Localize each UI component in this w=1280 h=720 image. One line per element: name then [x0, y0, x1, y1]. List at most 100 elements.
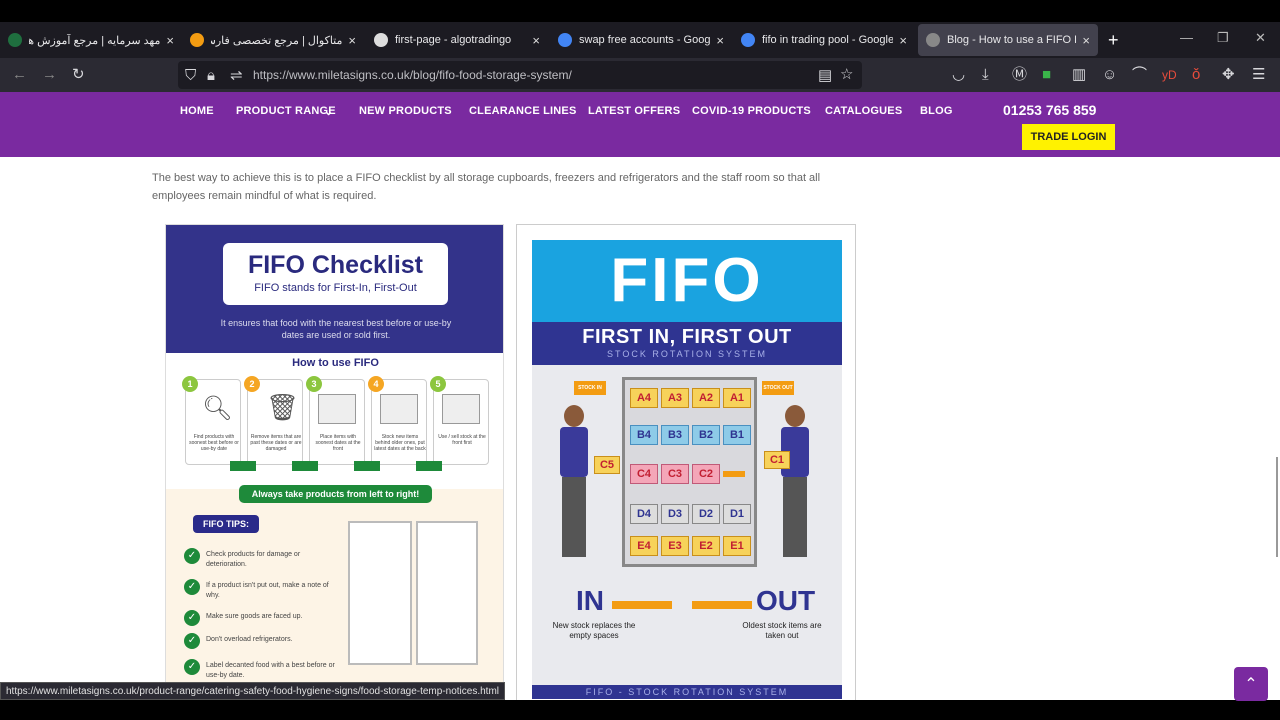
shield-icon[interactable]: ⛉ — [185, 67, 196, 85]
nav-catalogues[interactable]: CATALOGUES — [825, 105, 902, 117]
new-stock-text: New stock replaces the empty spaces — [552, 621, 636, 640]
close-tab-icon[interactable]: × — [532, 33, 540, 48]
step-number: 5 — [430, 376, 446, 392]
window-close-icon[interactable]: ✕ — [1255, 30, 1266, 46]
tip-text: If a product isn't put out, make a note … — [206, 582, 329, 599]
extension-yd-icon[interactable]: yD — [1162, 66, 1177, 84]
browser-tab-active[interactable]: Blog - How to use a FIFO Food × — [918, 24, 1098, 56]
browser-tab[interactable]: مهد سرمایه | مرجع آموزش های × — [0, 24, 182, 56]
in-label: IN — [576, 585, 604, 616]
step-card: 3 Place items with soonest dates at the … — [306, 376, 365, 465]
new-tab-button[interactable]: + — [1108, 30, 1119, 51]
menu-hamburger-icon[interactable]: ☰ — [1252, 66, 1265, 84]
poster-banner: FIFO — [532, 240, 842, 322]
green-arrow-icon — [292, 461, 318, 471]
browser-tab[interactable]: swap free accounts - Google S × — [550, 24, 732, 56]
step-text: Place items with soonest dates at the fr… — [315, 434, 361, 452]
nav-latest-offers[interactable]: LATEST OFFERS — [588, 105, 680, 117]
reader-view-icon[interactable]: ▤ — [818, 67, 832, 85]
stock-box: B4 — [630, 425, 658, 445]
fifo-checklist-image[interactable]: FIFO Checklist FIFO stands for First-In,… — [165, 224, 504, 700]
close-tab-icon[interactable]: × — [716, 33, 724, 48]
restore-icon[interactable]: ❐ — [1217, 30, 1229, 46]
carried-box-out: C1 — [764, 451, 790, 469]
pocket-icon[interactable]: ◡ — [952, 66, 965, 84]
trash-bin-icon: 🗑︎ — [266, 392, 300, 422]
back-icon[interactable]: ← — [12, 66, 27, 84]
check-icon: ✓ — [184, 548, 200, 564]
flow-arrow-icon — [692, 601, 752, 609]
checklist-header: FIFO Checklist FIFO stands for First-In,… — [166, 225, 503, 353]
site-navigation: HOME PRODUCT RANGE ⌄ NEW PRODUCTS CLEARA… — [0, 92, 1280, 157]
chevron-down-icon[interactable]: ⌄ — [324, 105, 333, 118]
extension-arc-icon[interactable]: ⌒ — [1132, 66, 1147, 84]
status-url-tooltip: https://www.miletasigns.co.uk/product-ra… — [0, 682, 506, 700]
shift-arrow-icon — [723, 471, 745, 477]
stock-box: B2 — [692, 425, 720, 445]
google-favicon-icon — [558, 33, 572, 47]
forward-icon[interactable]: → — [42, 66, 57, 84]
green-arrow-icon — [230, 461, 256, 471]
check-icon: ✓ — [184, 659, 200, 675]
nav-clearance-lines[interactable]: CLEARANCE LINES — [469, 105, 577, 117]
google-favicon-icon — [741, 33, 755, 47]
browser-tab[interactable]: متاکوال | مرجع تخصصی فارسی × — [182, 24, 364, 56]
phone-number[interactable]: 01253 765 859 — [1003, 102, 1096, 118]
how-to-title: How to use FIFO — [292, 357, 379, 369]
old-stock-text: Oldest stock items are taken out — [742, 621, 822, 640]
tip-item: ✓ Check products for damage or deteriorat… — [184, 548, 336, 570]
extension-green-icon[interactable]: ■ — [1042, 66, 1051, 84]
page-scrollbar[interactable] — [1276, 457, 1278, 557]
extensions-puzzle-icon[interactable]: ✥ — [1222, 66, 1235, 84]
lock-icon[interactable]: 🔒︎ — [207, 67, 215, 85]
fifo-poster-image[interactable]: FIFO FIRST IN, FIRST OUT STOCK ROTATION … — [516, 224, 856, 700]
poster-body: STOCK IN STOCK OUT A4 A3 A2 A1 B4 B3 B2 … — [532, 365, 842, 685]
stock-box: B3 — [661, 425, 689, 445]
scroll-to-top-button[interactable]: ⌃ — [1234, 667, 1268, 701]
step-number: 1 — [182, 376, 198, 392]
permissions-icon[interactable]: ⇌ — [230, 67, 243, 85]
close-tab-icon[interactable]: × — [166, 33, 174, 48]
url-text[interactable]: https://www.miletasigns.co.uk/blog/fifo-… — [253, 68, 572, 82]
tip-item: ✓ Label decanted food with a best before … — [184, 659, 336, 681]
nav-blog[interactable]: BLOG — [920, 105, 953, 117]
nav-covid-products[interactable]: COVID-19 PRODUCTS — [692, 105, 811, 117]
close-tab-icon[interactable]: × — [348, 33, 356, 48]
extension-m-icon[interactable]: Ⓜ — [1012, 66, 1027, 84]
step-number: 4 — [368, 376, 384, 392]
stock-box: C3 — [661, 464, 689, 484]
step-text: Use / sell stock at the front first — [438, 434, 486, 446]
minimize-icon[interactable]: — — [1180, 30, 1193, 45]
nav-new-products[interactable]: NEW PRODUCTS — [359, 105, 452, 117]
tab-title: متاکوال | مرجع تخصصی فارسی — [211, 34, 343, 47]
step-number: 3 — [306, 376, 322, 392]
site-favicon-icon — [374, 33, 388, 47]
trade-login-button[interactable]: TRADE LOGIN — [1022, 124, 1115, 150]
tip-text: Label decanted food with a best before o… — [206, 662, 335, 679]
nav-home[interactable]: HOME — [180, 105, 214, 117]
extension-doc-icon[interactable]: ▥ — [1072, 66, 1086, 84]
tab-title: مهد سرمایه | مرجع آموزش های — [29, 34, 161, 47]
check-icon: ✓ — [184, 610, 200, 626]
extension-red-icon[interactable]: ǒ — [1192, 66, 1200, 84]
step-text: Find products with soonest best before o… — [189, 434, 239, 452]
article-paragraph: The best way to achieve this is to place… — [152, 172, 821, 202]
poster-headline: FIRST IN, FIRST OUT — [582, 326, 792, 348]
close-tab-icon[interactable]: × — [1082, 33, 1090, 48]
nav-product-range[interactable]: PRODUCT RANGE — [236, 105, 336, 117]
magnifier-icon: 🔍︎ — [202, 395, 233, 422]
address-bar[interactable]: ⛉ 🔒︎ ⇌ https://www.miletasigns.co.uk/blo… — [178, 61, 862, 89]
reload-icon[interactable]: ↻ — [72, 66, 85, 84]
tab-title: Blog - How to use a FIFO Food — [947, 34, 1076, 46]
fridge-shelves-icon — [416, 521, 478, 665]
bookmark-star-icon[interactable]: ☆ — [840, 66, 853, 84]
browser-tab[interactable]: first-page - algotradingo × — [366, 24, 548, 56]
downloads-icon[interactable]: ⤓ — [982, 66, 989, 84]
close-tab-icon[interactable]: × — [899, 33, 907, 48]
stock-box: E4 — [630, 536, 658, 556]
stock-box: D4 — [630, 504, 658, 524]
step-card: 5 Use / sell stock at the front first — [430, 376, 489, 465]
worker-left-icon — [556, 405, 592, 565]
browser-tab[interactable]: fifo in trading pool - Google S × — [733, 24, 915, 56]
extension-avatar-icon[interactable]: ☺ — [1102, 66, 1117, 84]
